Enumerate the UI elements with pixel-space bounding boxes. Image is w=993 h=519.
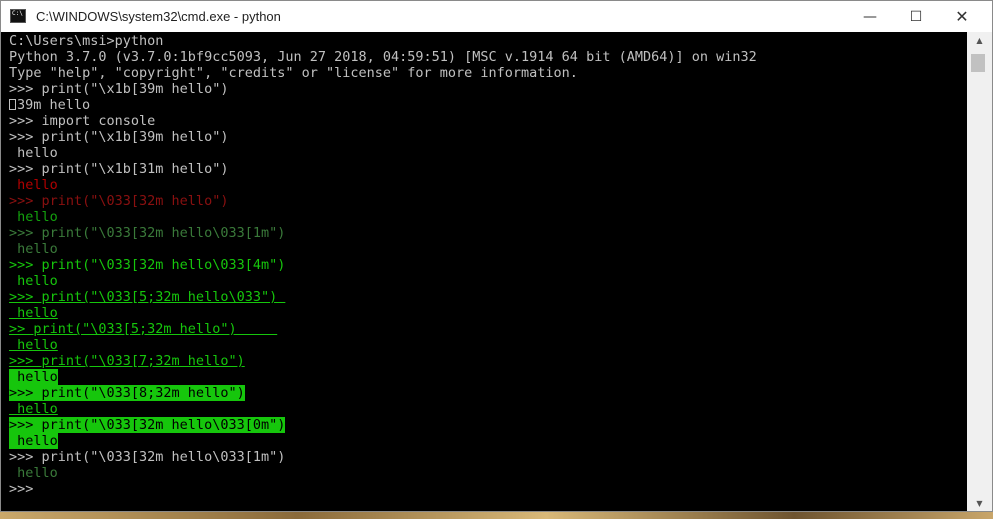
console-line-text: >>> print("\033[32m hello\033[0m") [9,417,286,433]
console-line: hello [9,305,757,321]
console-line-text: hello [9,241,58,257]
console-line-text: hello [9,369,58,385]
console-line: hello [9,273,757,289]
console-line: hello [9,401,757,417]
console-line-text: >>> print("\033[5;32m hello\033") [9,289,286,305]
console-line: >> print("\033[5;32m hello") [9,321,757,337]
console-line: >>> print("\033[32m hello\033[1m") [9,225,757,241]
console-line-text: hello [9,305,58,321]
console-line: >>> print("\x1b[39m hello") [9,81,757,97]
console-line: >>> print("\033[32m hello\033[0m") [9,417,757,433]
console-line-text: >>> [9,481,34,497]
unknown-glyph-box [9,99,16,110]
console-line-text: Python 3.7.0 (v3.7.0:1bf9cc5093, Jun 27 … [9,49,757,65]
console-output: C:\Users\msi>python Python 3.7.0 (v3.7.0:… [9,33,757,497]
console-line: >>> print("\033[32m hello\033[4m") [9,257,757,273]
console-line: C:\Users\msi>python [9,33,757,49]
scroll-thumb[interactable] [971,54,985,72]
console-line: >>> print("\033[5;32m hello\033") [9,289,757,305]
vertical-scrollbar[interactable]: ▲ ▼ [967,32,992,511]
console-line: hello [9,465,757,481]
console-line: Python 3.7.0 (v3.7.0:1bf9cc5093, Jun 27 … [9,49,757,65]
console-line: hello [9,241,757,257]
console-line: hello [9,209,757,225]
console-line: >>> print("\x1b[31m hello") [9,161,757,177]
console-line-text: >>> print("\033[32m hello\033[1m") [9,449,286,465]
console-line: hello [9,145,757,161]
console-line-text: >> print("\033[5;32m hello") [9,321,278,337]
scroll-up-button[interactable]: ▲ [967,32,992,48]
console-line-text: >>> print("\x1b[39m hello") [9,129,229,145]
console-line-text: hello [9,465,58,481]
close-button[interactable]: ✕ [939,1,985,32]
console-line-text: 39m hello [17,97,91,113]
console-line-text: C:\Users\msi>python [9,33,164,49]
console-line-text: >>> print("\x1b[31m hello") [9,161,229,177]
console-line: hello [9,433,757,449]
cmd-app-icon[interactable] [10,9,26,23]
console-line: >>> import console [9,113,757,129]
console-line-text: >>> print("\033[8;32m hello") [9,385,245,401]
console-line-text: hello [9,401,58,417]
title-bar[interactable]: C:\WINDOWS\system32\cmd.exe - python — ☐… [1,1,992,32]
console-line-text: >>> print("\033[32m hello\033[4m") [9,257,286,273]
minimize-button[interactable]: — [847,1,893,32]
console-line-text: hello [9,273,58,289]
console-line-text: hello [9,337,58,353]
console-line: >>> [9,481,757,497]
window-title: C:\WINDOWS\system32\cmd.exe - python [36,9,281,24]
console-line: hello [9,337,757,353]
console-area[interactable]: C:\Users\msi>python Python 3.7.0 (v3.7.0:… [1,32,967,511]
console-line-text: >>> print("\x1b[39m hello") [9,81,229,97]
console-line-text: hello [9,145,58,161]
console-line: Type "help", "copyright", "credits" or "… [9,65,757,81]
console-line-text: >>> print("\033[32m hello") [9,193,229,209]
console-line-text: >>> print("\033[7;32m hello") [9,353,245,369]
console-line: hello [9,177,757,193]
console-line-text: hello [9,433,58,449]
scroll-down-button[interactable]: ▼ [967,495,992,511]
console-line-text: >>> print("\033[32m hello\033[1m") [9,225,286,241]
console-line: >>> print("\033[7;32m hello") [9,353,757,369]
console-line: 39m hello [9,97,757,113]
maximize-button[interactable]: ☐ [893,1,939,32]
console-line: >>> print("\033[8;32m hello") [9,385,757,401]
console-line: hello [9,369,757,385]
console-line-text: hello [9,177,58,193]
console-line-text: hello [9,209,58,225]
cmd-window: C:\WINDOWS\system32\cmd.exe - python — ☐… [0,0,993,512]
console-line: >>> print("\033[32m hello") [9,193,757,209]
console-line: >>> print("\x1b[39m hello") [9,129,757,145]
console-line: >>> print("\033[32m hello\033[1m") [9,449,757,465]
console-line-text: Type "help", "copyright", "credits" or "… [9,65,578,81]
console-line-text: >>> import console [9,113,156,129]
